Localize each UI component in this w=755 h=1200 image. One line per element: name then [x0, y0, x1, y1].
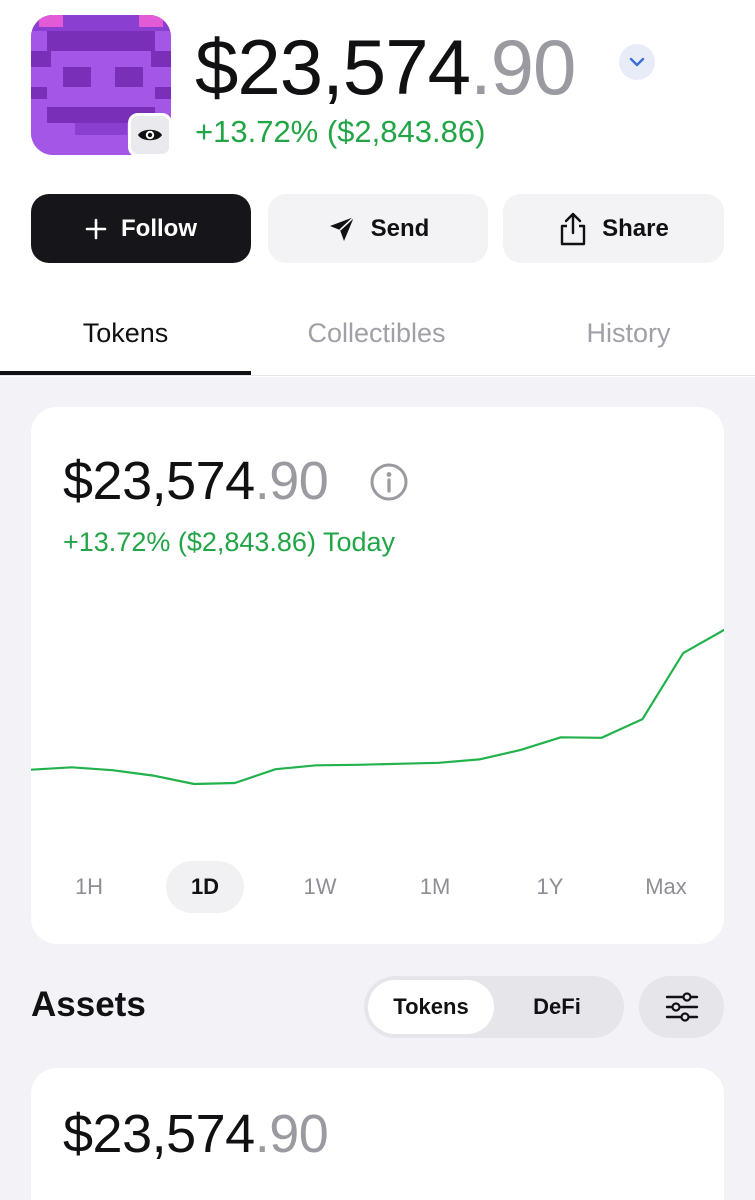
share-icon [560, 212, 586, 245]
range-1y-button[interactable]: 1Y [511, 861, 589, 913]
plus-icon [85, 218, 107, 239]
follow-button[interactable]: Follow [31, 194, 251, 263]
follow-label: Follow [121, 214, 197, 242]
share-label: Share [602, 214, 669, 242]
chart-balance-int: $23,574 [63, 451, 255, 511]
sliders-icon [665, 992, 698, 1022]
chart-balance: $23,574.90 [63, 451, 329, 511]
share-button[interactable]: Share [503, 194, 724, 263]
chart-series-line [31, 628, 724, 786]
range-1d-button[interactable]: 1D [166, 861, 244, 913]
portfolio-tabs: Tokens Collectibles History [0, 290, 755, 376]
assets-total-card: $23,574.90 [31, 1068, 724, 1200]
info-icon[interactable] [369, 462, 409, 502]
chevron-down-icon [629, 57, 645, 67]
eye-icon [138, 129, 162, 141]
filter-button[interactable] [639, 976, 724, 1038]
send-label: Send [370, 214, 430, 242]
range-max-button[interactable]: Max [627, 861, 705, 913]
portfolio-line-chart[interactable] [31, 622, 724, 792]
header-balance-int: $23,574 [195, 23, 471, 111]
chart-balance-dec: .90 [254, 451, 329, 511]
assets-balance-dec: .90 [254, 1104, 329, 1164]
header-change: +13.72% ($2,843.86) [195, 114, 486, 149]
assets-segment-control: Tokens DeFi [364, 976, 624, 1038]
assets-balance: $23,574.90 [63, 1104, 329, 1164]
send-button[interactable]: Send [268, 194, 488, 263]
tab-tokens[interactable]: Tokens [0, 290, 251, 376]
tab-collectibles[interactable]: Collectibles [251, 290, 502, 376]
wallet-switcher-button[interactable] [619, 44, 655, 80]
header-balance: $23,574.90 [195, 23, 576, 111]
segment-tokens[interactable]: Tokens [368, 980, 494, 1034]
range-1h-button[interactable]: 1H [50, 861, 128, 913]
send-arrow-icon [329, 215, 355, 241]
active-tab-indicator [0, 371, 251, 375]
assets-balance-int: $23,574 [63, 1104, 255, 1164]
assets-heading: Assets [31, 985, 146, 1024]
range-1w-button[interactable]: 1W [281, 861, 359, 913]
portfolio-chart-card: $23,574.90 +13.72% ($2,843.86) Today 1H … [31, 407, 724, 944]
segment-defi[interactable]: DeFi [494, 980, 620, 1034]
tab-history[interactable]: History [503, 290, 754, 376]
watching-badge [128, 113, 172, 157]
range-1m-button[interactable]: 1M [396, 861, 474, 913]
header-balance-dec: .90 [469, 23, 576, 111]
chart-change: +13.72% ($2,843.86) Today [63, 527, 396, 557]
